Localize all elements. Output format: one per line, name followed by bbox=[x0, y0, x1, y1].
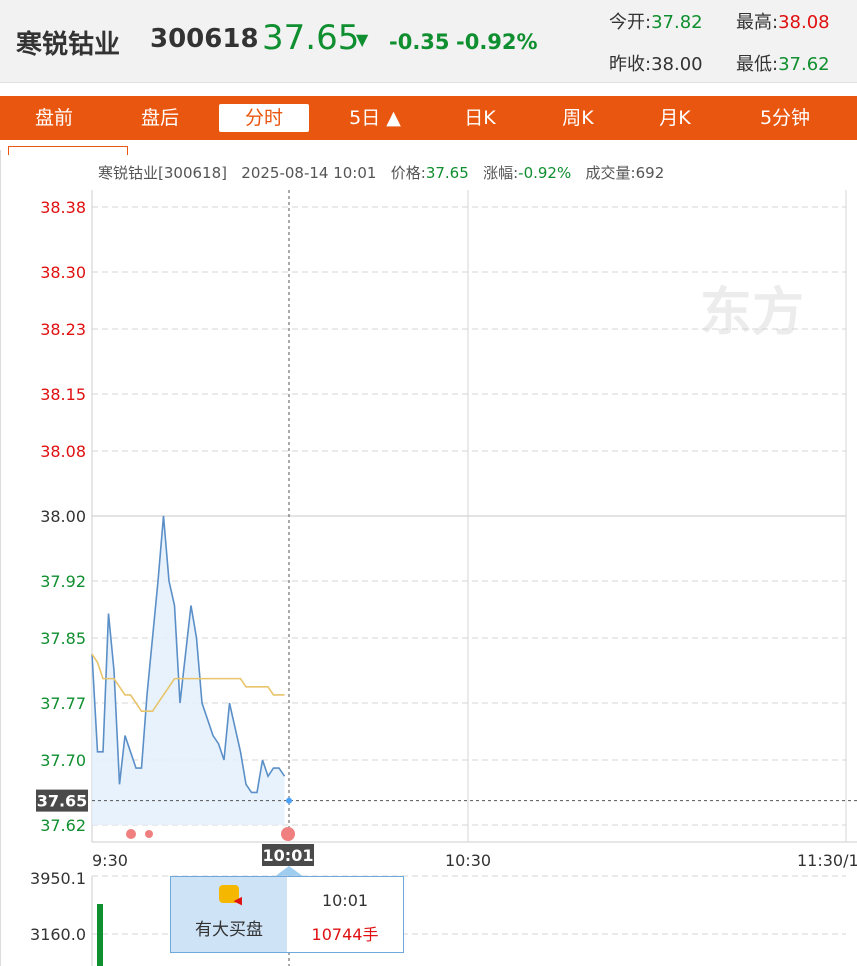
volume-tick-label: 3160.0 bbox=[30, 925, 86, 944]
y-tick-label: 38.38 bbox=[40, 198, 86, 217]
volume-tick-label: 3950.1 bbox=[30, 869, 86, 888]
crosshair-point bbox=[286, 797, 292, 804]
arrow-left-icon: ◀ bbox=[233, 894, 242, 907]
watermark-logo: 东方 bbox=[700, 283, 804, 343]
big-order-tooltip: ◀ 有大买盘 10:01 10744手 bbox=[170, 876, 404, 953]
x-tick-label: 9:30 bbox=[92, 851, 128, 870]
tooltip-label: 有大买盘 bbox=[195, 920, 263, 940]
crosshair-time-label: 10:01 bbox=[263, 846, 314, 865]
x-tick-label: 10:30 bbox=[445, 851, 491, 870]
y-tick-label: 37.77 bbox=[40, 694, 86, 713]
big-order-marker bbox=[281, 827, 295, 841]
y-tick-label: 38.30 bbox=[40, 263, 86, 282]
intraday-chart[interactable]: 东方 38.38 38.30 38.23 38.15 38.08 38.00 37.92 37.… bbox=[0, 0, 857, 966]
y-tick-label: 38.15 bbox=[40, 385, 86, 404]
y-tick-label: 37.62 bbox=[40, 816, 86, 835]
y-tick-label: 37.85 bbox=[40, 629, 86, 648]
y-tick-label: 38.08 bbox=[40, 442, 86, 461]
y-tick-label: 38.23 bbox=[40, 320, 86, 339]
tooltip-volume: 10744手 bbox=[311, 925, 379, 944]
big-order-marker bbox=[126, 829, 136, 839]
volume-bar bbox=[97, 904, 103, 966]
crosshair-price-label: 37.65 bbox=[37, 792, 88, 811]
big-buy-icon: ◀ bbox=[219, 885, 242, 907]
x-tick-label: 11:30/1 bbox=[797, 851, 857, 870]
big-order-marker bbox=[145, 830, 153, 838]
y-tick-label: 37.70 bbox=[40, 751, 86, 770]
y-tick-label: 38.00 bbox=[40, 507, 86, 526]
tooltip-left-panel: ◀ 有大买盘 bbox=[171, 877, 287, 952]
tooltip-time: 10:01 bbox=[321, 891, 369, 910]
y-tick-label: 37.92 bbox=[40, 572, 86, 591]
